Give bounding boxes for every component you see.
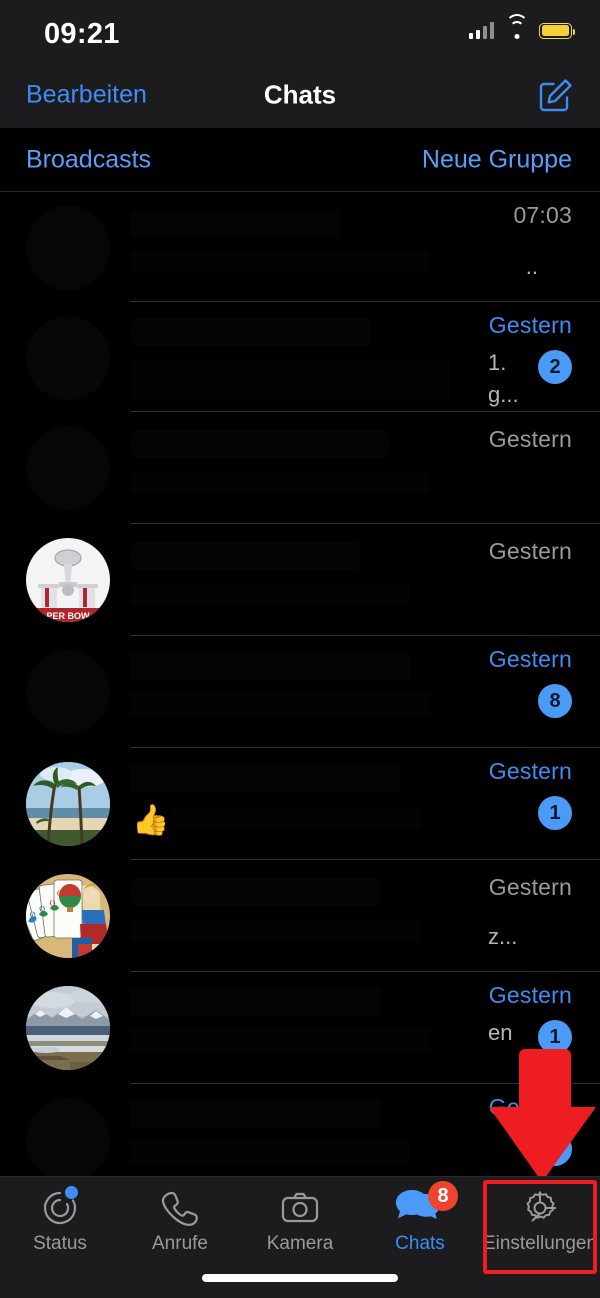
tab-label: Chats xyxy=(395,1233,445,1254)
unread-badge: 1 xyxy=(538,796,572,830)
table-row[interactable]: Q Q Q Q xyxy=(0,860,600,972)
avatar[interactable] xyxy=(26,650,110,734)
preview-fragment: z... xyxy=(488,924,518,949)
avatar[interactable]: PER BOW xyxy=(26,538,110,622)
redacted-preview xyxy=(130,250,430,274)
avatar[interactable] xyxy=(26,1098,110,1176)
edit-button[interactable]: Bearbeiten xyxy=(26,81,147,110)
tab-chats[interactable]: 8 Chats xyxy=(360,1181,480,1265)
broadcasts-button[interactable]: Broadcasts xyxy=(26,145,151,174)
redacted-chat-name xyxy=(130,1100,380,1128)
tab-einstellungen[interactable]: Einstellungen xyxy=(480,1185,600,1265)
table-row[interactable]: PER BOW Gestern xyxy=(0,524,600,636)
superbowl-li-trophy-avatar: PER BOW xyxy=(26,538,110,622)
page-title: Chats xyxy=(263,79,337,110)
timestamp: Gestern xyxy=(488,646,572,672)
table-row[interactable]: Gestern 8 xyxy=(0,636,600,748)
phone-screen: 09:21 Bearbeiten Chats Broadcasts Neue G… xyxy=(0,0,600,1298)
preview-fragment: 1. xyxy=(488,350,507,375)
table-row[interactable]: Gestern xyxy=(0,412,600,524)
status-bar-clock: 09:21 xyxy=(44,18,120,50)
unread-badge: 2 xyxy=(538,350,572,384)
redacted-chat-name xyxy=(130,652,410,680)
timestamp: 07:03 xyxy=(513,202,572,228)
redacted-chat-name xyxy=(130,878,380,906)
redacted-preview xyxy=(172,806,422,830)
cellular-signal-icon xyxy=(468,22,494,39)
gear-icon xyxy=(519,1185,561,1231)
redacted-chat-name xyxy=(130,318,370,346)
preview-fragment: .. xyxy=(525,254,538,279)
mountain-lake-landscape-avatar xyxy=(26,986,110,1070)
svg-text:PER BOW: PER BOW xyxy=(46,611,90,621)
avatar[interactable] xyxy=(26,426,110,510)
status-new-dot xyxy=(65,1186,78,1199)
table-row[interactable]: Gestern 1. g... 2 xyxy=(0,302,600,412)
redacted-preview xyxy=(130,692,430,716)
redacted-chat-name xyxy=(130,430,390,458)
timestamp: Gestern xyxy=(488,982,572,1008)
tab-label: Status xyxy=(33,1233,87,1254)
tab-bar[interactable]: Status Anrufe Kamera 8 Chats Einstellung… xyxy=(0,1176,600,1298)
wifi-icon xyxy=(505,14,528,39)
phone-icon xyxy=(160,1185,200,1231)
timestamp: Gestern xyxy=(488,874,572,900)
unread-badge: 8 xyxy=(538,684,572,718)
preview-emoji: 👍 xyxy=(132,804,170,837)
redacted-preview xyxy=(130,582,410,606)
battery-icon xyxy=(539,22,576,39)
timestamp: Gestern xyxy=(488,426,572,452)
preview-fragment: en xyxy=(488,1020,513,1045)
timestamp: Gestern xyxy=(488,758,572,784)
tab-kamera[interactable]: Kamera xyxy=(240,1185,360,1265)
avatar[interactable] xyxy=(26,206,110,290)
compose-icon[interactable] xyxy=(538,77,574,113)
status-rings-icon xyxy=(40,1185,80,1231)
new-group-button[interactable]: Neue Gruppe xyxy=(422,145,572,174)
avatar[interactable]: Q Q Q Q xyxy=(26,874,110,958)
timestamp: Gestern xyxy=(488,312,572,338)
camera-icon xyxy=(280,1185,320,1231)
avatar[interactable] xyxy=(26,762,110,846)
tab-label: Kamera xyxy=(266,1233,334,1254)
navigation-bar: Bearbeiten Chats xyxy=(0,62,600,128)
redacted-preview xyxy=(130,1140,410,1164)
redacted-chat-name xyxy=(130,542,360,570)
status-bar-indicators xyxy=(468,14,576,39)
tab-status[interactable]: Status xyxy=(0,1185,120,1265)
preview-fragment-2: g... xyxy=(488,382,519,407)
redacted-preview xyxy=(130,1028,430,1052)
redacted-preview xyxy=(130,918,420,942)
tab-anrufe[interactable]: Anrufe xyxy=(120,1185,240,1265)
home-indicator xyxy=(202,1274,398,1282)
chat-list[interactable]: 07:03 .. Gestern 1. g... 2 Gestern PER B… xyxy=(0,192,600,1176)
avatar[interactable] xyxy=(26,316,110,400)
annotation-arrow-icon xyxy=(487,1049,597,1182)
table-row[interactable]: 👍 Gestern 1 xyxy=(0,748,600,860)
chat-bubbles-icon: 8 xyxy=(396,1181,458,1231)
status-bar: 09:21 xyxy=(0,0,600,62)
redacted-preview xyxy=(130,470,430,494)
tab-label: Einstellungen xyxy=(482,1233,598,1254)
redacted-chat-name xyxy=(130,764,400,792)
playing-cards-avatar: Q Q Q Q xyxy=(26,874,110,958)
redacted-chat-name xyxy=(130,210,340,238)
redacted-chat-name xyxy=(130,988,380,1016)
avatar[interactable] xyxy=(26,986,110,1070)
chats-unread-badge: 8 xyxy=(428,1181,458,1211)
tab-label: Anrufe xyxy=(152,1233,208,1254)
sub-toolbar: Broadcasts Neue Gruppe xyxy=(0,128,600,192)
timestamp: Gestern xyxy=(488,538,572,564)
beach-palm-trees-avatar xyxy=(26,762,110,846)
table-row[interactable]: 07:03 .. xyxy=(0,192,600,302)
redacted-preview xyxy=(130,358,450,402)
